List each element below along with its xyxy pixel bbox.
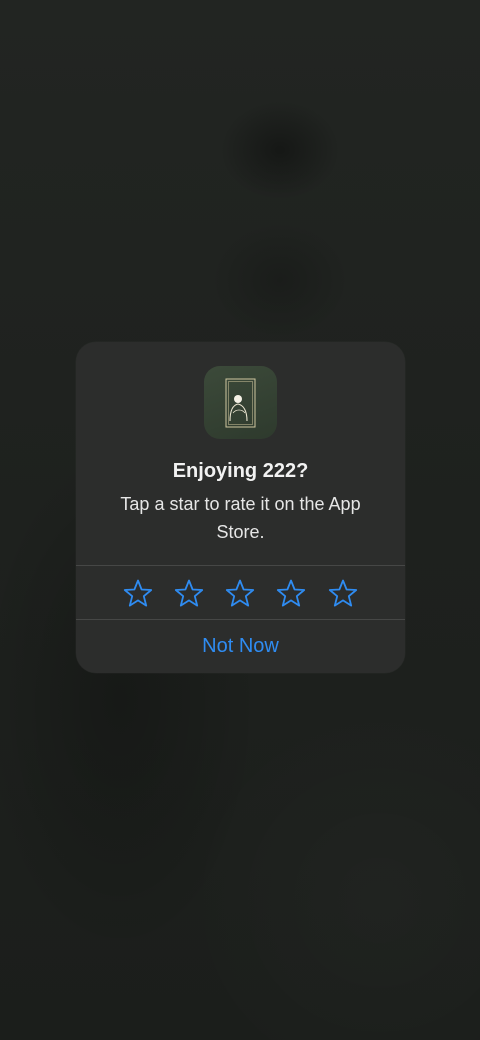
- portrait-in-frame-icon: [225, 378, 256, 428]
- star-3-icon[interactable]: [225, 579, 255, 607]
- app-icon: [204, 366, 277, 439]
- star-5-icon[interactable]: [328, 579, 358, 607]
- star-rating: [76, 566, 405, 619]
- star-4-icon[interactable]: [276, 579, 306, 607]
- star-1-icon[interactable]: [123, 579, 153, 607]
- not-now-button[interactable]: Not Now: [76, 620, 405, 673]
- star-2-icon[interactable]: [174, 579, 204, 607]
- alert-title: Enjoying 222?: [172, 460, 309, 482]
- rating-alert: Enjoying 222? Tap a star to rate it on t…: [76, 342, 405, 673]
- alert-message: Tap a star to rate it on the App Store.: [120, 494, 361, 542]
